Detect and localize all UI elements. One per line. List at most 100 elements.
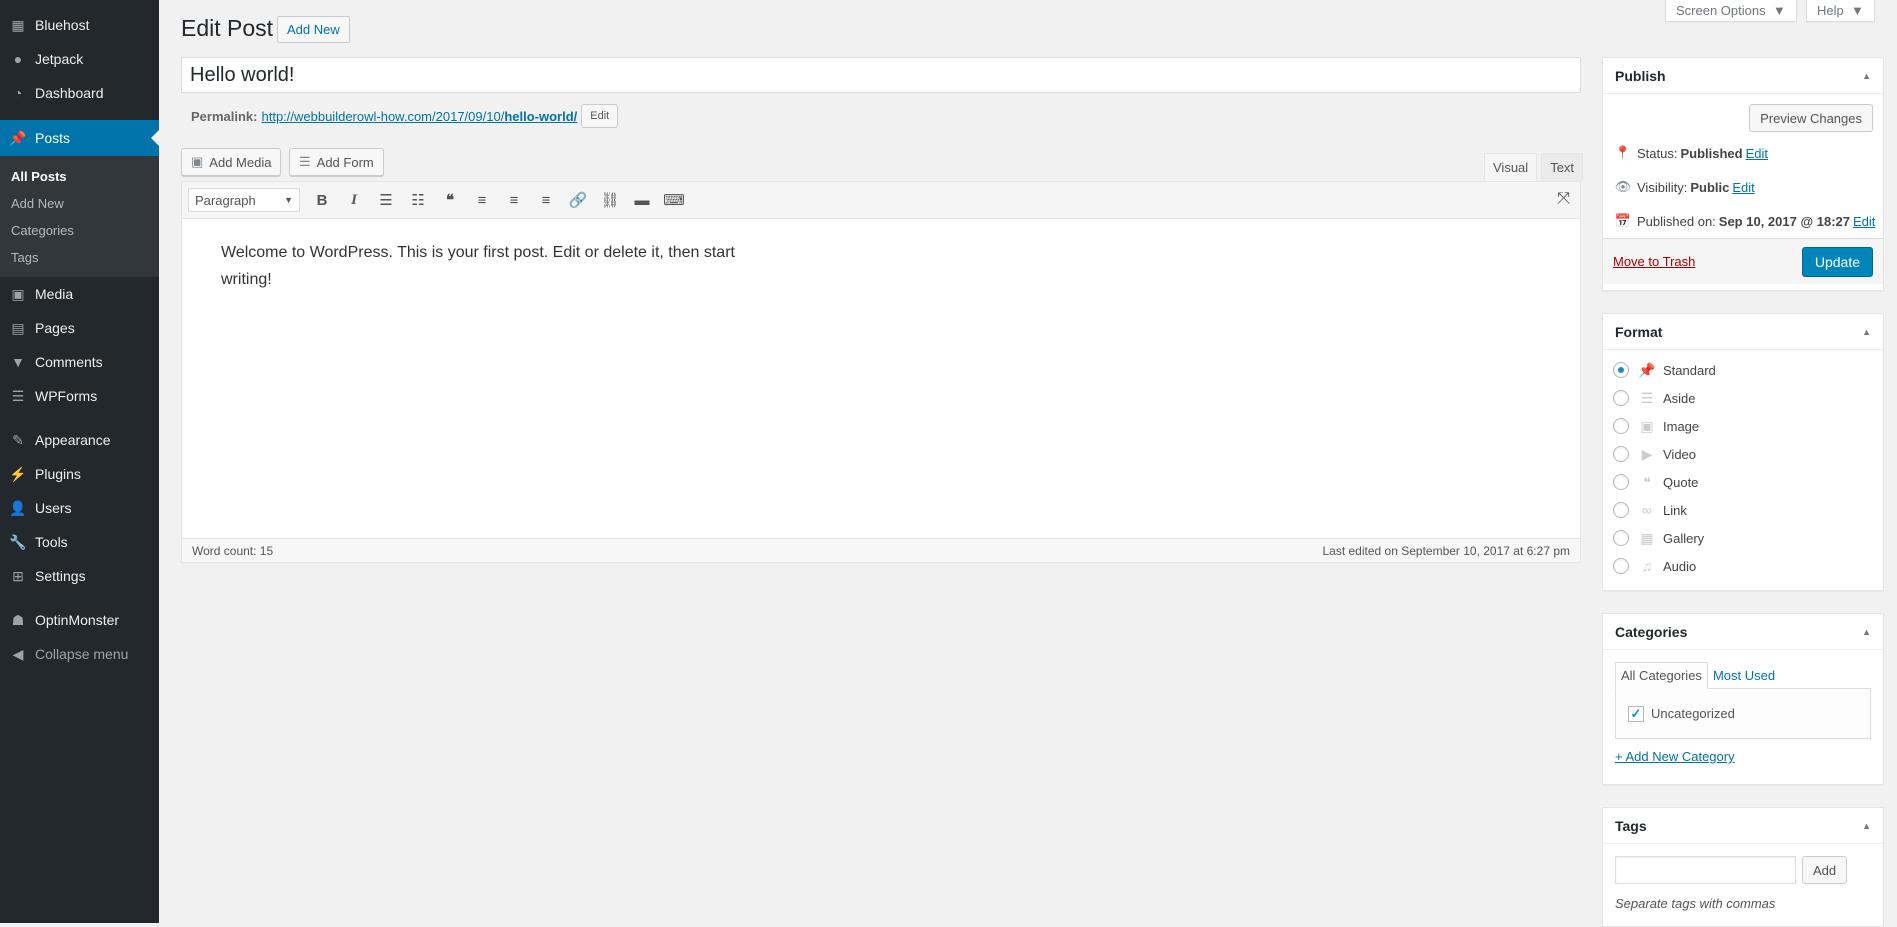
menu-pages[interactable]: ▤ Pages	[0, 311, 159, 345]
update-button[interactable]: Update	[1801, 246, 1873, 277]
submenu-add-new[interactable]: Add New	[0, 190, 159, 217]
editor-toolbar: Paragraph ▼ B I ☰ ☷ ❝ ≡ ≡ ≡ 🔗 ⛓ ▬ ⌨ ⤧	[182, 182, 1580, 219]
quote-icon: ❝	[1643, 473, 1651, 490]
word-count: Word count: 15	[192, 543, 274, 558]
tag-input[interactable]	[1615, 856, 1796, 884]
tab-text[interactable]: Text	[1541, 153, 1584, 181]
edit-status-link[interactable]: Edit	[1746, 146, 1768, 161]
format-option-aside[interactable]: ☰ Aside	[1603, 384, 1883, 412]
menu-bluehost[interactable]: ▦ Bluehost	[0, 8, 159, 42]
align-left-button[interactable]: ≡	[466, 186, 498, 214]
radio-image[interactable]	[1613, 418, 1629, 434]
radio-video[interactable]	[1613, 446, 1629, 462]
fullscreen-button[interactable]: ⤧	[1557, 190, 1570, 208]
screen-options-button[interactable]: Screen Options ▼	[1665, 0, 1797, 22]
format-option-image[interactable]: ▣ Image	[1603, 412, 1883, 440]
format-option-audio[interactable]: ♫ Audio	[1603, 552, 1883, 580]
add-media-button[interactable]: ▣ Add Media	[181, 148, 282, 176]
checkbox-uncategorized[interactable]: ✓	[1628, 705, 1644, 722]
radio-standard[interactable]	[1613, 362, 1629, 378]
blockquote-button[interactable]: ❝	[434, 186, 466, 214]
align-center-button[interactable]: ≡	[498, 186, 530, 214]
menu-optinmonster[interactable]: ☗ OptinMonster	[0, 603, 159, 637]
submenu-all-posts[interactable]: All Posts	[0, 163, 159, 190]
menu-tools[interactable]: 🔧 Tools	[0, 525, 159, 559]
menu-dashboard[interactable]: ◔ Dashboard	[0, 76, 159, 110]
jetpack-icon: ●	[13, 51, 23, 67]
preview-changes-button[interactable]: Preview Changes	[1749, 104, 1873, 132]
format-option-gallery[interactable]: ▦ Gallery	[1603, 524, 1883, 552]
tab-most-used[interactable]: Most Used	[1708, 662, 1780, 689]
submenu-categories[interactable]: Categories	[0, 217, 159, 244]
remove-link-button[interactable]: ⛓	[594, 186, 626, 214]
menu-comments[interactable]: ▼ Comments	[0, 345, 159, 379]
edit-visibility-link[interactable]: Edit	[1732, 180, 1754, 195]
permalink-link[interactable]: http://webbuilderowl-how.com/2017/09/10/…	[261, 109, 577, 124]
collapse-arrow-icon: ▲	[1862, 70, 1871, 81]
tags-box-header[interactable]: Tags ▲	[1603, 808, 1883, 844]
toolbar-toggle-button[interactable]: ⌨	[658, 186, 690, 214]
plugin-icon: ⚡	[9, 465, 27, 482]
unlink-icon: ⛓	[600, 192, 620, 209]
numbered-list-button[interactable]: ☷	[402, 186, 434, 214]
bold-icon: B	[316, 191, 328, 209]
add-form-button[interactable]: ☰ Add Form	[289, 148, 384, 176]
menu-jetpack[interactable]: ● Jetpack	[0, 42, 159, 76]
menu-appearance[interactable]: ✎ Appearance	[0, 423, 159, 457]
radio-quote[interactable]	[1613, 474, 1629, 490]
tab-visual[interactable]: Visual	[1484, 153, 1538, 181]
bold-button[interactable]: B	[306, 186, 338, 214]
format-box-header[interactable]: Format ▲	[1603, 314, 1883, 350]
grid-icon: ▦	[11, 16, 25, 33]
read-more-button[interactable]: ▬	[626, 186, 658, 214]
publish-actions: Move to Trash Update	[1603, 238, 1883, 284]
categories-box-header[interactable]: Categories ▲	[1603, 614, 1883, 650]
posts-submenu: All Posts Add New Categories Tags	[0, 156, 159, 277]
menu-wpforms[interactable]: ☰ WPForms	[0, 379, 159, 413]
add-tag-button[interactable]: Add	[1802, 856, 1848, 884]
italic-button[interactable]: I	[338, 186, 370, 214]
format-select[interactable]: Paragraph ▼	[188, 188, 300, 212]
post-title-input[interactable]: Hello world!	[181, 57, 1581, 93]
format-option-standard[interactable]: 📌 Standard	[1603, 356, 1883, 384]
add-new-category-link[interactable]: + Add New Category	[1615, 749, 1871, 764]
add-new-button[interactable]: Add New	[277, 16, 350, 43]
format-option-quote[interactable]: ❝ Quote	[1603, 468, 1883, 496]
radio-link[interactable]	[1613, 502, 1629, 518]
radio-gallery[interactable]	[1613, 530, 1629, 546]
align-right-button[interactable]: ≡	[530, 186, 562, 214]
editor-status-bar: Word count: 15 Last edited on September …	[182, 538, 1580, 562]
tab-all-categories[interactable]: All Categories	[1615, 662, 1708, 689]
image-icon: ▣	[1640, 417, 1654, 434]
categories-box: Categories ▲ All Categories Most Used ✓ U…	[1602, 613, 1884, 785]
monster-icon: ☗	[11, 611, 25, 628]
menu-users[interactable]: 👤 Users	[0, 491, 159, 525]
collapse-menu-button[interactable]: ◀ Collapse menu	[0, 637, 159, 671]
gallery-icon: ▦	[1640, 529, 1654, 546]
editor-content[interactable]: Welcome to WordPress. This is your first…	[182, 219, 782, 313]
radio-aside[interactable]	[1613, 390, 1629, 406]
move-to-trash-link[interactable]: Move to Trash	[1613, 254, 1695, 269]
submenu-tags[interactable]: Tags	[0, 244, 159, 271]
menu-posts[interactable]: 📌 Posts	[0, 120, 159, 156]
permalink-edit-button[interactable]: Edit	[581, 104, 619, 128]
publish-box-header[interactable]: Publish ▲	[1603, 58, 1883, 94]
edit-date-link[interactable]: Edit	[1853, 214, 1875, 229]
eye-icon: 👁	[1614, 179, 1632, 194]
calendar-icon: 📅	[1614, 213, 1632, 228]
media-icon: ▣	[191, 154, 204, 169]
format-option-video[interactable]: ▶ Video	[1603, 440, 1883, 468]
tags-box: Tags ▲ Add Separate tags with commas	[1602, 807, 1884, 927]
menu-plugins[interactable]: ⚡ Plugins	[0, 457, 159, 491]
numbered-list-icon: ☷	[411, 192, 425, 209]
menu-settings[interactable]: ⊞ Settings	[0, 559, 159, 593]
format-option-link[interactable]: ∞ Link	[1603, 496, 1883, 524]
visibility-row: 👁 Visibility: Public Edit	[1614, 179, 1755, 195]
help-button[interactable]: Help ▼	[1806, 0, 1875, 22]
radio-audio[interactable]	[1613, 558, 1629, 574]
insert-link-button[interactable]: 🔗	[562, 186, 594, 214]
menu-media[interactable]: ▣ Media	[0, 277, 159, 311]
bullet-list-button[interactable]: ☰	[370, 186, 402, 214]
link-icon: ∞	[1642, 502, 1652, 518]
check-icon: ✓	[1630, 705, 1642, 721]
